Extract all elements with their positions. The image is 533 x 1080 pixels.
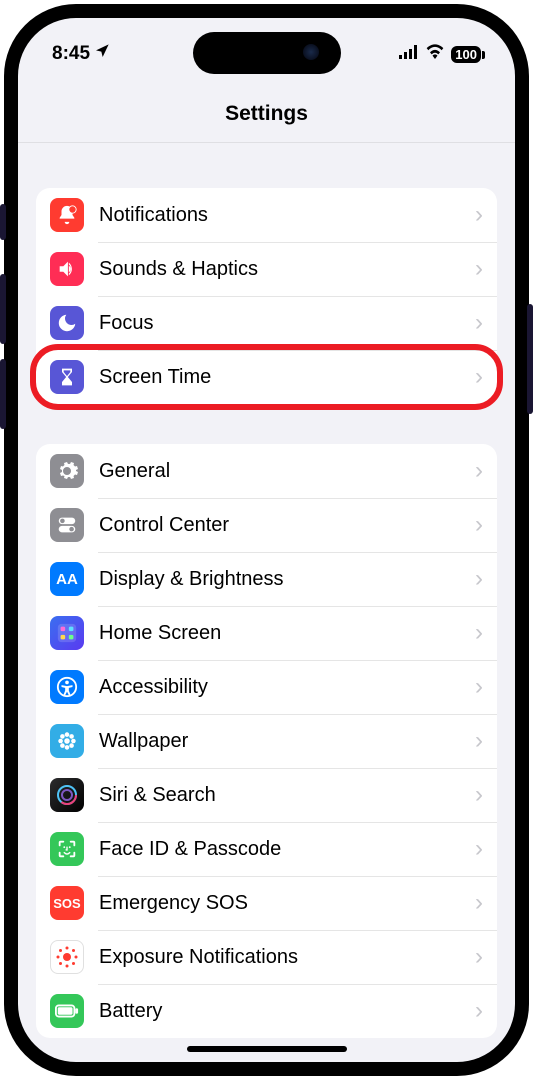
chevron-right-icon: ›: [475, 511, 483, 539]
sos-icon: SOS: [50, 886, 84, 920]
flower-icon: [50, 724, 84, 758]
nav-header: Settings: [18, 82, 515, 143]
row-label: Emergency SOS: [99, 892, 475, 915]
row-label: Accessibility: [99, 676, 475, 699]
chevron-right-icon: ›: [475, 619, 483, 647]
row-label: Wallpaper: [99, 730, 475, 753]
siri-icon: [50, 778, 84, 812]
settings-row-exposure-notifications[interactable]: Exposure Notifications›: [36, 930, 497, 984]
chevron-right-icon: ›: [475, 565, 483, 593]
side-button: [527, 304, 533, 414]
volume-down: [0, 359, 6, 429]
settings-group: General›Control Center›AADisplay & Brigh…: [36, 444, 497, 1038]
row-label: Focus: [99, 312, 475, 335]
volume-up: [0, 274, 6, 344]
row-label: Sounds & Haptics: [99, 258, 475, 281]
row-label: Screen Time: [99, 366, 475, 389]
speaker-wave-icon: [50, 252, 84, 286]
settings-row-display-brightness[interactable]: AA Display & Brightness›: [36, 552, 497, 606]
settings-row-general[interactable]: General›: [36, 444, 497, 498]
chevron-right-icon: ›: [475, 835, 483, 863]
chevron-right-icon: ›: [475, 943, 483, 971]
location-icon: [94, 43, 110, 65]
settings-row-accessibility[interactable]: Accessibility›: [36, 660, 497, 714]
settings-row-screen-time[interactable]: Screen Time›: [36, 350, 497, 404]
chevron-right-icon: ›: [475, 309, 483, 337]
chevron-right-icon: ›: [475, 889, 483, 917]
row-label: Home Screen: [99, 622, 475, 645]
row-label: Display & Brightness: [99, 568, 475, 591]
settings-row-sounds-haptics[interactable]: Sounds & Haptics›: [36, 242, 497, 296]
row-label: Notifications: [99, 204, 475, 227]
settings-group: Notifications›Sounds & Haptics›Focus›Scr…: [36, 188, 497, 404]
wifi-icon: [425, 43, 445, 65]
status-time: 8:45: [52, 43, 90, 65]
chevron-right-icon: ›: [475, 255, 483, 283]
aa-icon: AA: [50, 562, 84, 596]
cellular-icon: [399, 43, 419, 65]
settings-row-focus[interactable]: Focus›: [36, 296, 497, 350]
battery-icon: [50, 994, 84, 1028]
settings-row-control-center[interactable]: Control Center›: [36, 498, 497, 552]
switches-icon: [50, 508, 84, 542]
row-label: Siri & Search: [99, 784, 475, 807]
accessibility-icon: [50, 670, 84, 704]
gear-icon: [50, 454, 84, 488]
faceid-icon: [50, 832, 84, 866]
settings-row-wallpaper[interactable]: Wallpaper›: [36, 714, 497, 768]
exposure-icon: [50, 940, 84, 974]
chevron-right-icon: ›: [475, 997, 483, 1025]
row-label: Battery: [99, 1000, 475, 1023]
settings-row-siri-search[interactable]: Siri & Search›: [36, 768, 497, 822]
row-label: General: [99, 460, 475, 483]
phone-frame: 8:45 100 Settings Notifications›Sou: [4, 4, 529, 1076]
battery-indicator: 100: [451, 46, 481, 63]
moon-icon: [50, 306, 84, 340]
row-label: Control Center: [99, 514, 475, 537]
chevron-right-icon: ›: [475, 201, 483, 229]
settings-row-battery[interactable]: Battery›: [36, 984, 497, 1038]
settings-row-home-screen[interactable]: Home Screen›: [36, 606, 497, 660]
chevron-right-icon: ›: [475, 363, 483, 391]
chevron-right-icon: ›: [475, 673, 483, 701]
row-label: Face ID & Passcode: [99, 838, 475, 861]
dynamic-island: [193, 32, 341, 74]
chevron-right-icon: ›: [475, 781, 483, 809]
hourglass-icon: [50, 360, 84, 394]
settings-row-emergency-sos[interactable]: SOS Emergency SOS›: [36, 876, 497, 930]
settings-row-notifications[interactable]: Notifications›: [36, 188, 497, 242]
home-indicator[interactable]: [187, 1046, 347, 1052]
battery-level: 100: [455, 47, 477, 62]
mute-switch: [0, 204, 6, 240]
chevron-right-icon: ›: [475, 457, 483, 485]
bell-badge-icon: [50, 198, 84, 232]
page-title: Settings: [18, 102, 515, 126]
screen: 8:45 100 Settings Notifications›Sou: [18, 18, 515, 1062]
settings-row-faceid-passcode[interactable]: Face ID & Passcode›: [36, 822, 497, 876]
row-label: Exposure Notifications: [99, 946, 475, 969]
app-grid-icon: [50, 616, 84, 650]
chevron-right-icon: ›: [475, 727, 483, 755]
settings-content[interactable]: Notifications›Sounds & Haptics›Focus›Scr…: [18, 148, 515, 1062]
